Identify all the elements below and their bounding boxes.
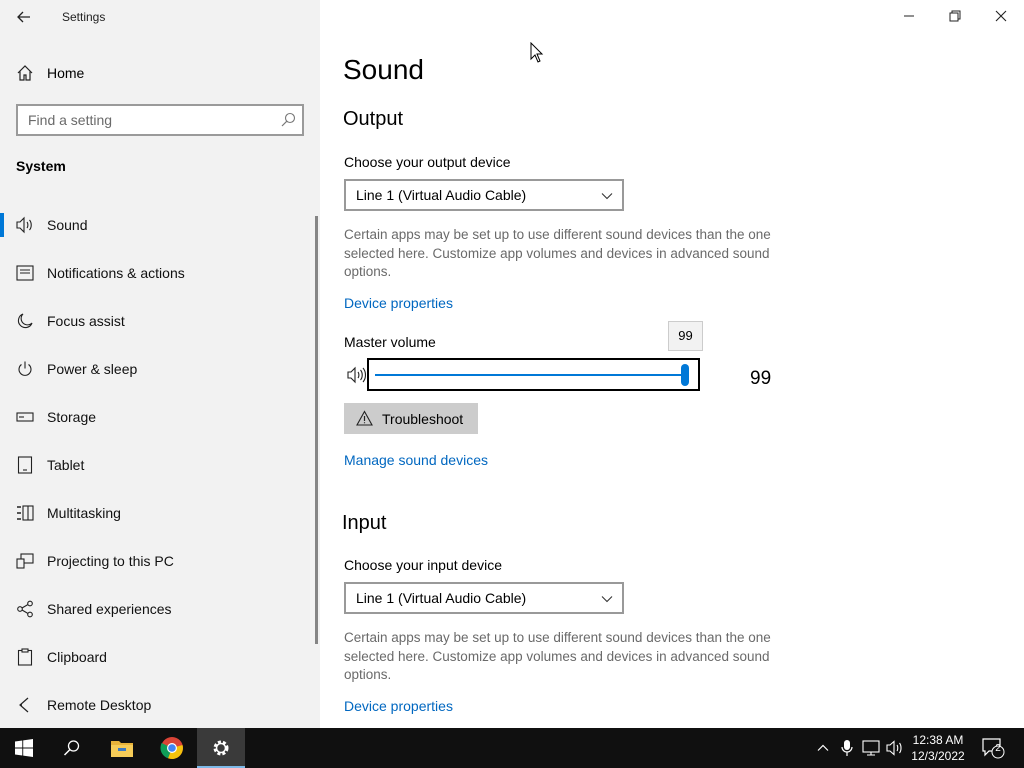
notifications-icon — [15, 263, 35, 283]
back-button[interactable] — [12, 6, 36, 28]
moon-icon — [15, 311, 35, 331]
home-label: Home — [47, 65, 85, 81]
chevron-up-icon[interactable] — [813, 738, 833, 758]
sidebar-item-label: Clipboard — [47, 649, 107, 665]
page-title: Sound — [343, 54, 424, 85]
minimize-button[interactable] — [886, 0, 932, 32]
sidebar-item-focus-assist[interactable]: Focus assist — [0, 297, 320, 345]
start-button[interactable] — [0, 728, 48, 768]
projecting-icon — [15, 551, 35, 571]
volume-slider-thumb[interactable] — [681, 364, 689, 386]
remote-desktop-icon — [15, 695, 35, 715]
search-button[interactable] — [48, 728, 96, 768]
taskbar-clock[interactable]: 12:38 AM 12/3/2022 — [906, 732, 970, 764]
volume-value: 99 — [750, 368, 772, 389]
output-section-title: Output — [343, 108, 404, 130]
sidebar: Settings Home System Sound Notifications… — [0, 0, 320, 728]
speaker-icon[interactable] — [346, 366, 368, 384]
chevron-down-icon — [601, 193, 613, 200]
sidebar-item-label: Projecting to this PC — [47, 553, 174, 569]
master-volume-label: Master volume — [344, 334, 436, 350]
app-title: Settings — [62, 10, 106, 24]
microphone-icon[interactable] — [837, 738, 857, 758]
input-help-text: Certain apps may be set up to use differ… — [344, 630, 771, 682]
volume-slider-track — [375, 374, 685, 376]
sidebar-item-label: Notifications & actions — [47, 265, 185, 281]
input-device-label: Choose your input device — [344, 557, 502, 573]
sidebar-item-power-sleep[interactable]: Power & sleep — [0, 345, 320, 393]
shared-experiences-icon — [15, 599, 35, 619]
volume-tooltip: 99 — [668, 321, 703, 351]
sidebar-item-clipboard[interactable]: Clipboard — [0, 633, 320, 681]
file-explorer-button[interactable] — [98, 728, 146, 768]
sidebar-item-label: Shared experiences — [47, 601, 172, 617]
output-device-label: Choose your output device — [344, 154, 511, 170]
troubleshoot-label: Troubleshoot — [382, 410, 464, 427]
tablet-icon — [15, 455, 35, 475]
chevron-down-icon — [601, 596, 613, 603]
settings-taskbar-button[interactable] — [197, 728, 245, 768]
sidebar-item-label: Storage — [47, 409, 97, 425]
speaker-icon — [15, 215, 35, 235]
output-device-properties-link[interactable]: Device properties — [344, 295, 453, 311]
close-icon — [995, 10, 1007, 22]
search-input[interactable] — [28, 111, 268, 129]
sidebar-item-home[interactable]: Home — [0, 58, 320, 88]
output-device-dropdown[interactable]: Line 1 (Virtual Audio Cable) — [344, 179, 624, 211]
multitasking-icon — [15, 503, 35, 523]
input-device-value: Line 1 (Virtual Audio Cable) — [356, 590, 527, 606]
output-device-value: Line 1 (Virtual Audio Cable) — [356, 187, 527, 203]
gear-icon — [213, 740, 229, 756]
chrome-icon — [160, 737, 183, 760]
close-button[interactable] — [978, 0, 1024, 32]
clipboard-icon — [15, 647, 35, 667]
sidebar-item-shared-experiences[interactable]: Shared experiences — [0, 585, 320, 633]
sidebar-item-sound[interactable]: Sound — [0, 201, 320, 249]
minimize-icon — [904, 15, 914, 17]
master-volume-slider[interactable] — [367, 358, 700, 391]
home-icon — [16, 64, 34, 82]
search-icon — [63, 740, 80, 756]
sidebar-item-label: Multitasking — [47, 505, 121, 521]
sidebar-item-multitasking[interactable]: Multitasking — [0, 489, 320, 537]
sidebar-item-label: Tablet — [47, 457, 85, 473]
chrome-button[interactable] — [148, 728, 196, 768]
sidebar-item-storage[interactable]: Storage — [0, 393, 320, 441]
sidebar-item-label: Focus assist — [47, 313, 125, 329]
group-title: System — [16, 158, 66, 174]
output-help-text: Certain apps may be set up to use differ… — [344, 227, 771, 279]
taskbar: 12:38 AM 12/3/2022 2 — [0, 728, 1024, 768]
clock-time: 12:38 AM — [912, 733, 964, 747]
sidebar-item-projecting[interactable]: Projecting to this PC — [0, 537, 320, 585]
search-box[interactable] — [16, 104, 304, 136]
arrow-left-icon — [17, 11, 30, 23]
restore-icon — [949, 10, 961, 22]
troubleshoot-button[interactable]: Troubleshoot — [344, 403, 478, 434]
sidebar-item-tablet[interactable]: Tablet — [0, 441, 320, 489]
action-center-button[interactable]: 2 — [982, 738, 1006, 759]
sidebar-scrollbar[interactable] — [315, 216, 318, 644]
sidebar-item-remote-desktop[interactable]: Remote Desktop — [0, 681, 320, 729]
notification-count-badge: 2 — [995, 743, 1001, 754]
input-section-title: Input — [342, 512, 387, 534]
sidebar-item-label: Power & sleep — [47, 361, 138, 377]
sidebar-nav: Sound Notifications & actions Focus assi… — [0, 201, 320, 729]
sidebar-item-notifications[interactable]: Notifications & actions — [0, 249, 320, 297]
storage-icon — [15, 407, 35, 427]
search-icon[interactable] — [280, 112, 296, 128]
manage-sound-devices-link[interactable]: Manage sound devices — [344, 452, 488, 468]
input-device-properties-link[interactable]: Device properties — [344, 698, 453, 714]
sidebar-item-label: Sound — [47, 217, 88, 233]
volume-tray-icon[interactable] — [885, 738, 905, 758]
mouse-cursor-icon — [530, 42, 544, 63]
restore-button[interactable] — [932, 0, 978, 32]
clock-date: 12/3/2022 — [911, 749, 965, 763]
warning-icon — [356, 410, 373, 426]
folder-icon — [111, 741, 133, 757]
network-icon[interactable] — [861, 738, 881, 758]
sidebar-item-label: Remote Desktop — [47, 697, 152, 713]
input-device-dropdown[interactable]: Line 1 (Virtual Audio Cable) — [344, 582, 624, 614]
power-icon — [15, 359, 35, 379]
windows-logo-icon — [15, 739, 33, 757]
